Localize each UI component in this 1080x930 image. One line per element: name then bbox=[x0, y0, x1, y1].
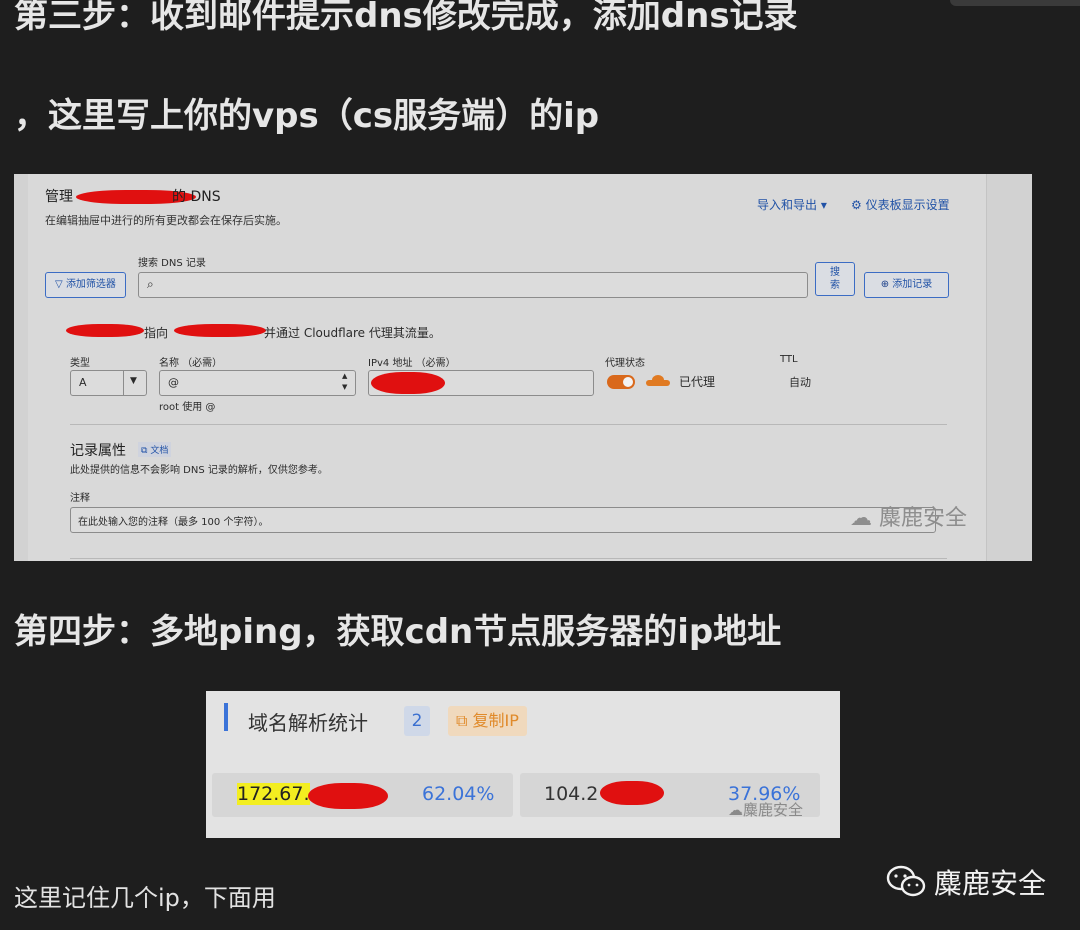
ip-address: 172.67. bbox=[237, 783, 310, 805]
dns-title-prefix: 管理 bbox=[45, 189, 73, 205]
redaction bbox=[174, 324, 266, 337]
doc-icon: ⧉ bbox=[141, 446, 148, 456]
divider bbox=[70, 558, 947, 559]
ip-percentage: 62.04% bbox=[422, 783, 495, 805]
divider bbox=[70, 424, 947, 425]
import-export-label: 导入和导出 bbox=[757, 198, 818, 212]
dashboard-settings-label: 仪表板显示设置 bbox=[865, 198, 950, 212]
ip-address: 104.2 bbox=[544, 783, 599, 805]
type-value: A bbox=[79, 376, 87, 389]
docs-link[interactable]: ⧉ 文档 bbox=[138, 442, 172, 457]
add-record-label: 添加记录 bbox=[892, 279, 933, 290]
search-label: 搜索 DNS 记录 bbox=[138, 258, 206, 269]
redaction bbox=[600, 781, 664, 805]
step3-heading-line2: ，这里写上你的vps（cs服务端）的ip bbox=[14, 96, 600, 136]
gear-icon: ⚙ bbox=[851, 198, 862, 212]
search-icon: ⌕ bbox=[147, 277, 154, 291]
record-attrs-title: 记录属性 bbox=[70, 443, 126, 459]
watermark: ☁麋鹿安全 bbox=[728, 799, 803, 820]
name-hint: root 使用 @ bbox=[159, 402, 216, 413]
copy-ip-button[interactable]: ⧉ 复制IP bbox=[448, 706, 527, 736]
ipv4-label: IPv4 地址 （必需） bbox=[368, 358, 456, 369]
comment-placeholder: 在此处输入您的注释（最多 100 个字符）。 bbox=[78, 517, 269, 528]
plus-circle-icon: ⊕ bbox=[880, 279, 890, 290]
record-attrs-note: 此处提供的信息不会影响 DNS 记录的解析，仅供您参考。 bbox=[70, 465, 328, 476]
copy-ip-label: 复制IP bbox=[472, 711, 519, 730]
step4-heading: 第四步：多地ping，获取cdn节点服务器的ip地址 bbox=[14, 612, 782, 652]
window-edge bbox=[950, 0, 1080, 6]
add-record-button[interactable]: ⊕ 添加记录 bbox=[864, 272, 949, 298]
caret-down-icon: ▾ bbox=[820, 198, 827, 212]
ttl-label: TTL bbox=[780, 354, 798, 365]
search-button[interactable]: 搜 索 bbox=[815, 262, 855, 296]
dashboard-settings-link[interactable]: ⚙ 仪表板显示设置 bbox=[851, 196, 950, 213]
redaction bbox=[371, 372, 445, 394]
dns-panel: 管理 的 DNS 在编辑抽屉中进行的所有更改都会在保存后实施。 导入和导出 ▾ … bbox=[28, 174, 987, 561]
stepper-icon: ▲ ▼ bbox=[342, 372, 348, 391]
chevron-down-icon: ▼ bbox=[130, 376, 137, 386]
comment-label: 注释 bbox=[70, 493, 90, 504]
proxy-note: 并通过 Cloudflare 代理其流量。 bbox=[264, 326, 441, 340]
redaction bbox=[308, 783, 388, 809]
stats-screenshot: 域名解析统计 2 ⧉ 复制IP 172.67. 62.04% 104.2 37.… bbox=[206, 691, 840, 838]
comment-input[interactable]: 在此处输入您的注释（最多 100 个字符）。 bbox=[70, 507, 936, 533]
brand-name: 麋鹿安全 bbox=[934, 867, 1047, 900]
watermark: ☁ 麋鹿安全 bbox=[850, 500, 967, 532]
ip-count-badge: 2 bbox=[404, 706, 430, 736]
cloud-icon bbox=[646, 375, 670, 386]
title-accent bbox=[224, 703, 228, 731]
search-button-label-2: 索 bbox=[830, 280, 840, 291]
name-value: @ bbox=[168, 376, 179, 389]
proxy-status-label: 代理状态 bbox=[605, 358, 645, 369]
search-button-label-1: 搜 bbox=[830, 267, 840, 278]
filter-icon: ▽ bbox=[55, 279, 63, 290]
wechat-icon bbox=[886, 865, 926, 897]
add-filter-label: 添加筛选器 bbox=[65, 279, 116, 290]
watermark-text: 麋鹿安全 bbox=[743, 801, 804, 819]
step3-heading-line1: 第三步：收到邮件提示dns修改完成，添加dns记录 bbox=[14, 0, 798, 36]
stats-title: 域名解析统计 bbox=[248, 711, 368, 735]
ttl-value: 自动 bbox=[789, 376, 811, 389]
import-export-link[interactable]: 导入和导出 ▾ bbox=[757, 196, 827, 213]
footer-note: 这里记住几个ip，下面用 bbox=[14, 884, 276, 912]
wechat-icon: ☁ bbox=[728, 801, 743, 819]
proxy-toggle[interactable] bbox=[607, 375, 635, 389]
dns-subtitle: 在编辑抽屉中进行的所有更改都会在保存后实施。 bbox=[45, 214, 287, 227]
name-label: 名称 （必需） bbox=[159, 358, 223, 369]
ip-row: 172.67. 62.04% bbox=[212, 773, 513, 817]
type-select[interactable]: A ▼ bbox=[70, 370, 147, 396]
proxy-status-value: 已代理 bbox=[679, 375, 716, 389]
wechat-icon: ☁ bbox=[850, 506, 872, 531]
brand-signature: 麋鹿安全 bbox=[886, 862, 1046, 902]
name-input[interactable]: @ ▲ ▼ bbox=[159, 370, 356, 396]
watermark-text: 麋鹿安全 bbox=[879, 506, 968, 531]
dns-title-suffix: 的 DNS bbox=[172, 189, 221, 205]
docs-label: 文档 bbox=[150, 446, 169, 456]
copy-icon: ⧉ bbox=[456, 711, 468, 730]
redaction bbox=[66, 324, 144, 337]
type-label: 类型 bbox=[70, 358, 90, 369]
search-input[interactable]: ⌕ bbox=[138, 272, 808, 298]
dns-screenshot: 管理 的 DNS 在编辑抽屉中进行的所有更改都会在保存后实施。 导入和导出 ▾ … bbox=[14, 174, 1032, 561]
points-to-label: 指向 bbox=[144, 326, 169, 340]
add-filter-button[interactable]: ▽ 添加筛选器 bbox=[45, 272, 126, 298]
